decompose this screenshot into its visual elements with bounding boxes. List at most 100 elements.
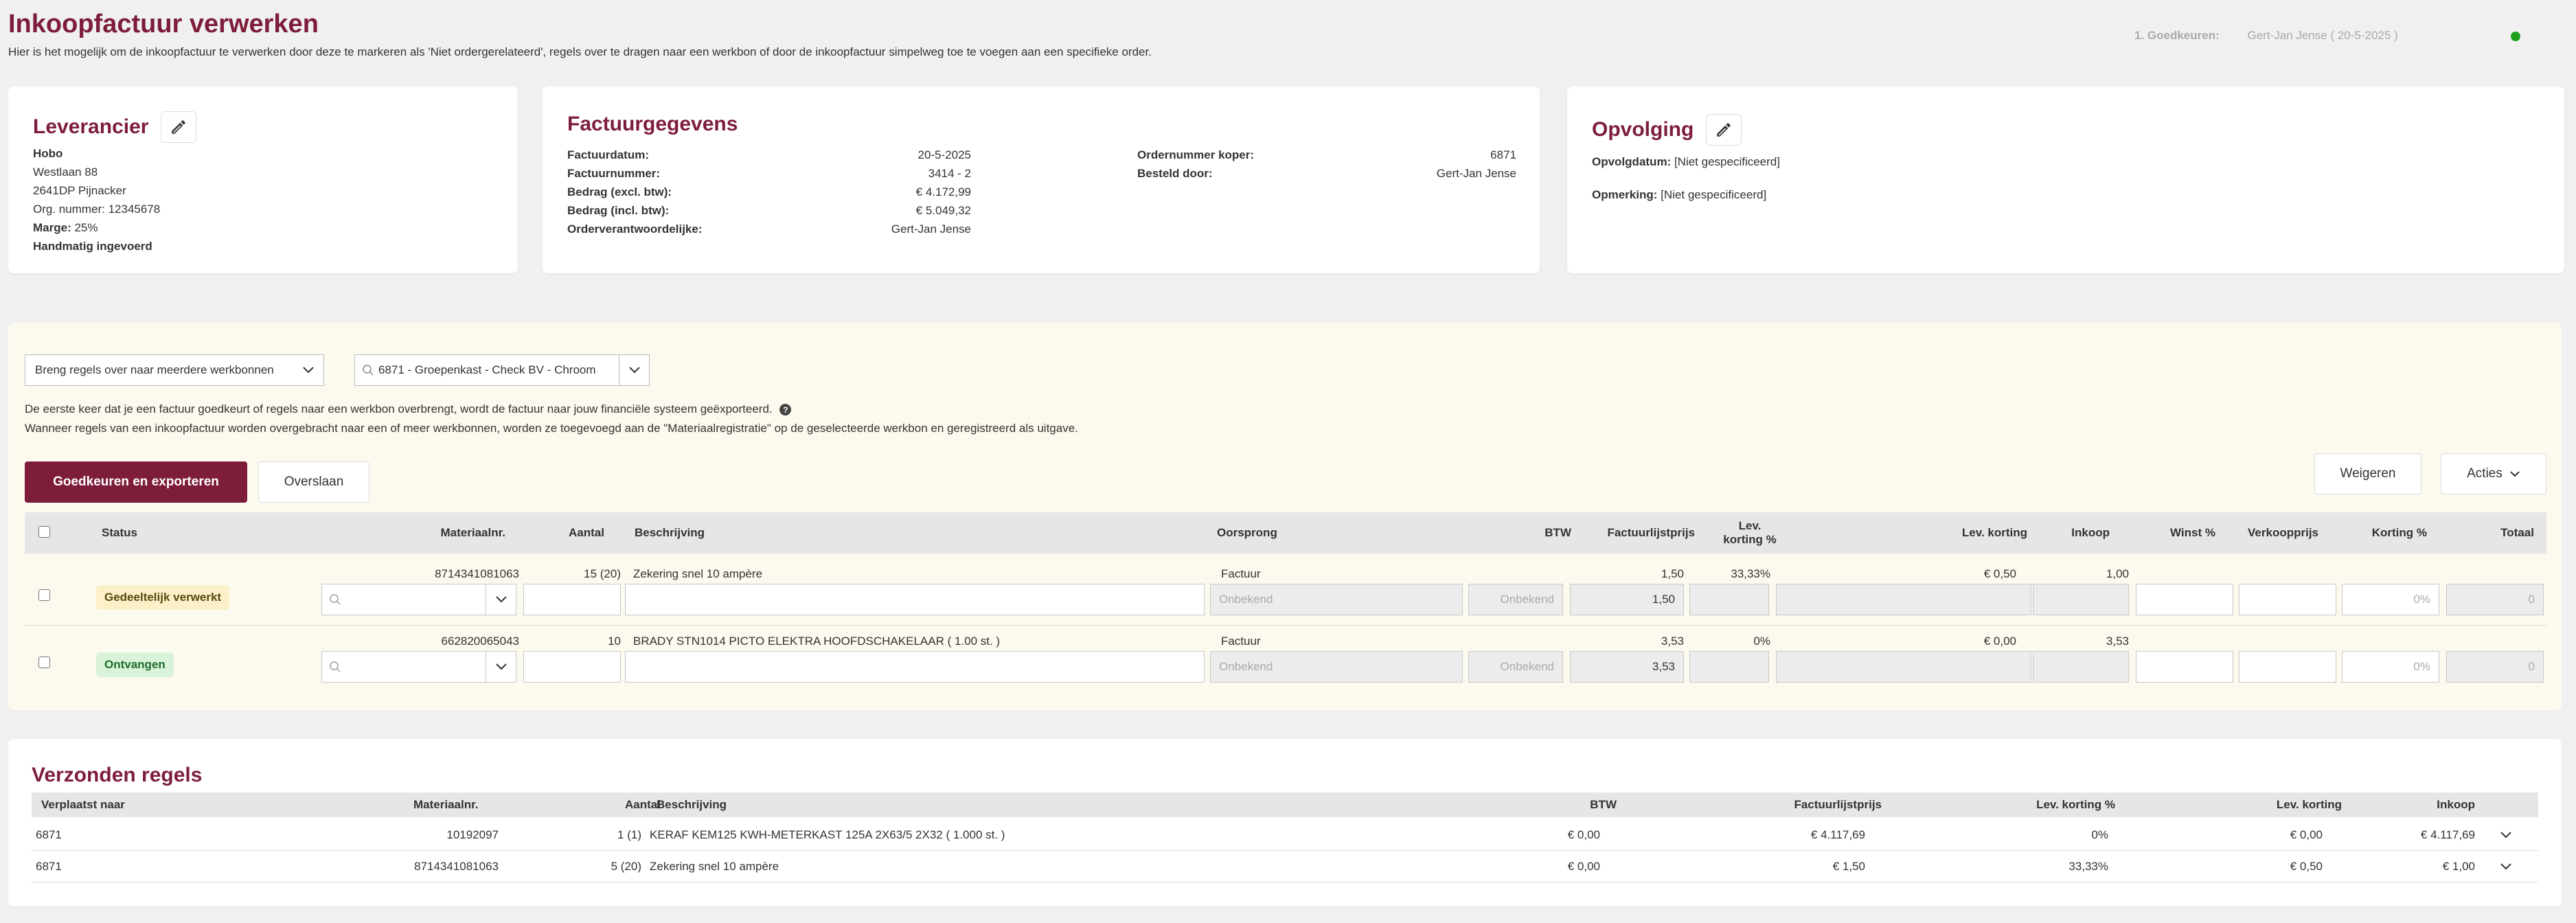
description: Zekering snel 10 ampère — [650, 860, 779, 873]
profit-input[interactable] — [2136, 651, 2233, 683]
description-input[interactable] — [625, 651, 1205, 683]
workorder-search-input[interactable] — [321, 651, 516, 683]
moved-to: 6871 — [36, 860, 62, 873]
followup-remark-label: Opmerking: — [1592, 188, 1658, 201]
list-price: € 1,50 — [1832, 860, 1865, 873]
chevron-down-icon[interactable] — [2500, 860, 2512, 874]
select-all-checkbox[interactable] — [38, 526, 50, 538]
status-badge: Ontvangen — [96, 652, 174, 677]
row-checkbox[interactable] — [38, 657, 50, 668]
help-icon[interactable]: ? — [779, 404, 792, 416]
edit-supplier-button[interactable] — [161, 111, 197, 143]
invoice-row: Besteld door: Gert-Jan Jense — [1137, 167, 1516, 180]
invoice-row: Ordernummer koper: 6871 — [1137, 148, 1516, 161]
reject-button[interactable]: Weigeren — [2314, 453, 2421, 494]
discount-amount-input[interactable] — [1776, 584, 2031, 615]
pencil-icon — [1717, 123, 1731, 137]
list-price-input[interactable]: 1,50 — [1570, 584, 1684, 615]
skip-button[interactable]: Overslaan — [258, 461, 369, 503]
quantity-input[interactable] — [523, 651, 621, 683]
description-input[interactable] — [625, 584, 1205, 615]
col-discount2: Korting % — [2371, 526, 2427, 539]
description: Zekering snel 10 ampère — [633, 567, 763, 580]
purchase-input[interactable] — [2033, 584, 2129, 615]
supplier-name: Hobo — [33, 147, 63, 160]
list-price: 3,53 — [1661, 635, 1684, 648]
page-subtitle: Hier is het mogelijk om de inkoopfactuur… — [8, 45, 1152, 58]
discount-amount-input[interactable] — [1776, 651, 2031, 683]
vat-input[interactable]: Onbekend — [1468, 651, 1563, 683]
discount-amount: € 0,00 — [2290, 828, 2323, 841]
material-number: 662820065043 — [441, 635, 519, 648]
info-line-1: De eerste keer dat je een factuur goedke… — [25, 402, 792, 416]
supplier-margin-label: Marge: — [33, 221, 71, 234]
vat-input[interactable]: Onbekend — [1468, 584, 1563, 615]
row-divider — [32, 850, 2538, 851]
invoice-details-left: Factuurdatum: 20-5-2025 Factuurnummer: 341… — [567, 146, 971, 238]
workorder-select[interactable]: 6871 - Groepenkast - Check BV - Chroom — [354, 354, 650, 386]
chevron-down-icon[interactable] — [486, 652, 516, 682]
workorder-search-input[interactable] — [321, 584, 516, 615]
total-input[interactable]: 0 — [2446, 651, 2544, 683]
invoice-row: Bedrag (excl. btw): € 4.172,99 — [567, 185, 971, 198]
discount-amount: € 0,50 — [2290, 860, 2323, 873]
invoice-row: Factuurnummer: 3414 - 2 — [567, 167, 971, 180]
col-material: Materiaalnr. — [413, 798, 479, 811]
approve-export-button[interactable]: Goedkeuren en exporteren — [25, 461, 247, 503]
row-divider — [25, 625, 2546, 626]
origin: Factuur — [1221, 567, 1261, 580]
profit-input[interactable] — [2136, 584, 2233, 615]
origin-input[interactable]: Onbekend — [1210, 584, 1463, 615]
col-origin: Oorsprong — [1217, 526, 1277, 539]
material-number: 8714341081063 — [414, 860, 499, 873]
discount-pct: 0% — [2091, 828, 2108, 841]
col-material: Materiaalnr. — [440, 526, 506, 539]
discount-pct: 0% — [1753, 635, 1770, 648]
col-total: Totaal — [2500, 526, 2534, 539]
chevron-down-icon[interactable] — [2500, 828, 2512, 843]
discount-input[interactable]: 0% — [2342, 651, 2439, 683]
quantity-input[interactable] — [523, 584, 621, 615]
row-checkbox[interactable] — [38, 589, 50, 601]
col-moved-to: Verplaatst naar — [41, 798, 125, 811]
origin-input[interactable]: Onbekend — [1210, 651, 1463, 683]
chevron-down-icon — [293, 355, 323, 385]
discount-amount: € 0,50 — [1983, 567, 2016, 580]
supplier-manual: Handmatig ingevoerd — [33, 240, 152, 253]
col-purchase: Inkoop — [2071, 526, 2110, 539]
total-input[interactable]: 0 — [2446, 584, 2544, 615]
description: KERAF KEM125 KWH-METERKAST 125A 2X63/5 2… — [650, 828, 1005, 841]
discount-pct-input[interactable] — [1689, 651, 1769, 683]
col-profit: Winst % — [2170, 526, 2215, 539]
discount-pct-input[interactable] — [1689, 584, 1769, 615]
invoice-details-right: Ordernummer koper: 6871 Besteld door: Gert… — [1137, 146, 1516, 183]
status-badge: Gedeeltelijk verwerkt — [96, 585, 230, 610]
col-vat: BTW — [1590, 798, 1617, 811]
chevron-down-icon[interactable] — [486, 584, 516, 615]
list-price-input[interactable]: 3,53 — [1570, 651, 1684, 683]
search-icon — [362, 364, 374, 376]
purchase-price: € 1,00 — [2442, 860, 2475, 873]
actions-button[interactable]: Acties — [2441, 453, 2546, 494]
description: BRADY STN1014 PICTO ELEKTRA HOOFDSCHAKEL… — [633, 635, 1001, 648]
quantity: 1 (1) — [617, 828, 641, 841]
followup-remark-value: [Niet gespecificeerd] — [1661, 188, 1767, 201]
edit-followup-button[interactable] — [1706, 114, 1742, 146]
transfer-mode-select[interactable]: Breng regels over naar meerdere werkbonn… — [25, 354, 324, 386]
chevron-down-icon — [619, 355, 649, 385]
followup-date-label: Opvolgdatum: — [1592, 155, 1672, 168]
followup-title: Opvolging — [1592, 118, 1694, 141]
col-qty: Aantal — [569, 526, 604, 539]
purchase-input[interactable] — [2033, 651, 2129, 683]
search-icon — [330, 661, 341, 672]
sale-price-input[interactable] — [2239, 651, 2336, 683]
discount-pct: 33,33% — [1731, 567, 1770, 580]
vat: € 0,00 — [1567, 828, 1600, 841]
actions-label: Acties — [2467, 466, 2503, 481]
discount-input[interactable]: 0% — [2342, 584, 2439, 615]
supplier-title: Leverancier — [33, 115, 149, 138]
sale-price-input[interactable] — [2239, 584, 2336, 615]
approval-value: Gert-Jan Jense ( 20-5-2025 ) — [2247, 29, 2398, 42]
quantity: 5 (20) — [611, 860, 641, 873]
col-listprice: Factuurlijstprijs — [1607, 526, 1695, 539]
